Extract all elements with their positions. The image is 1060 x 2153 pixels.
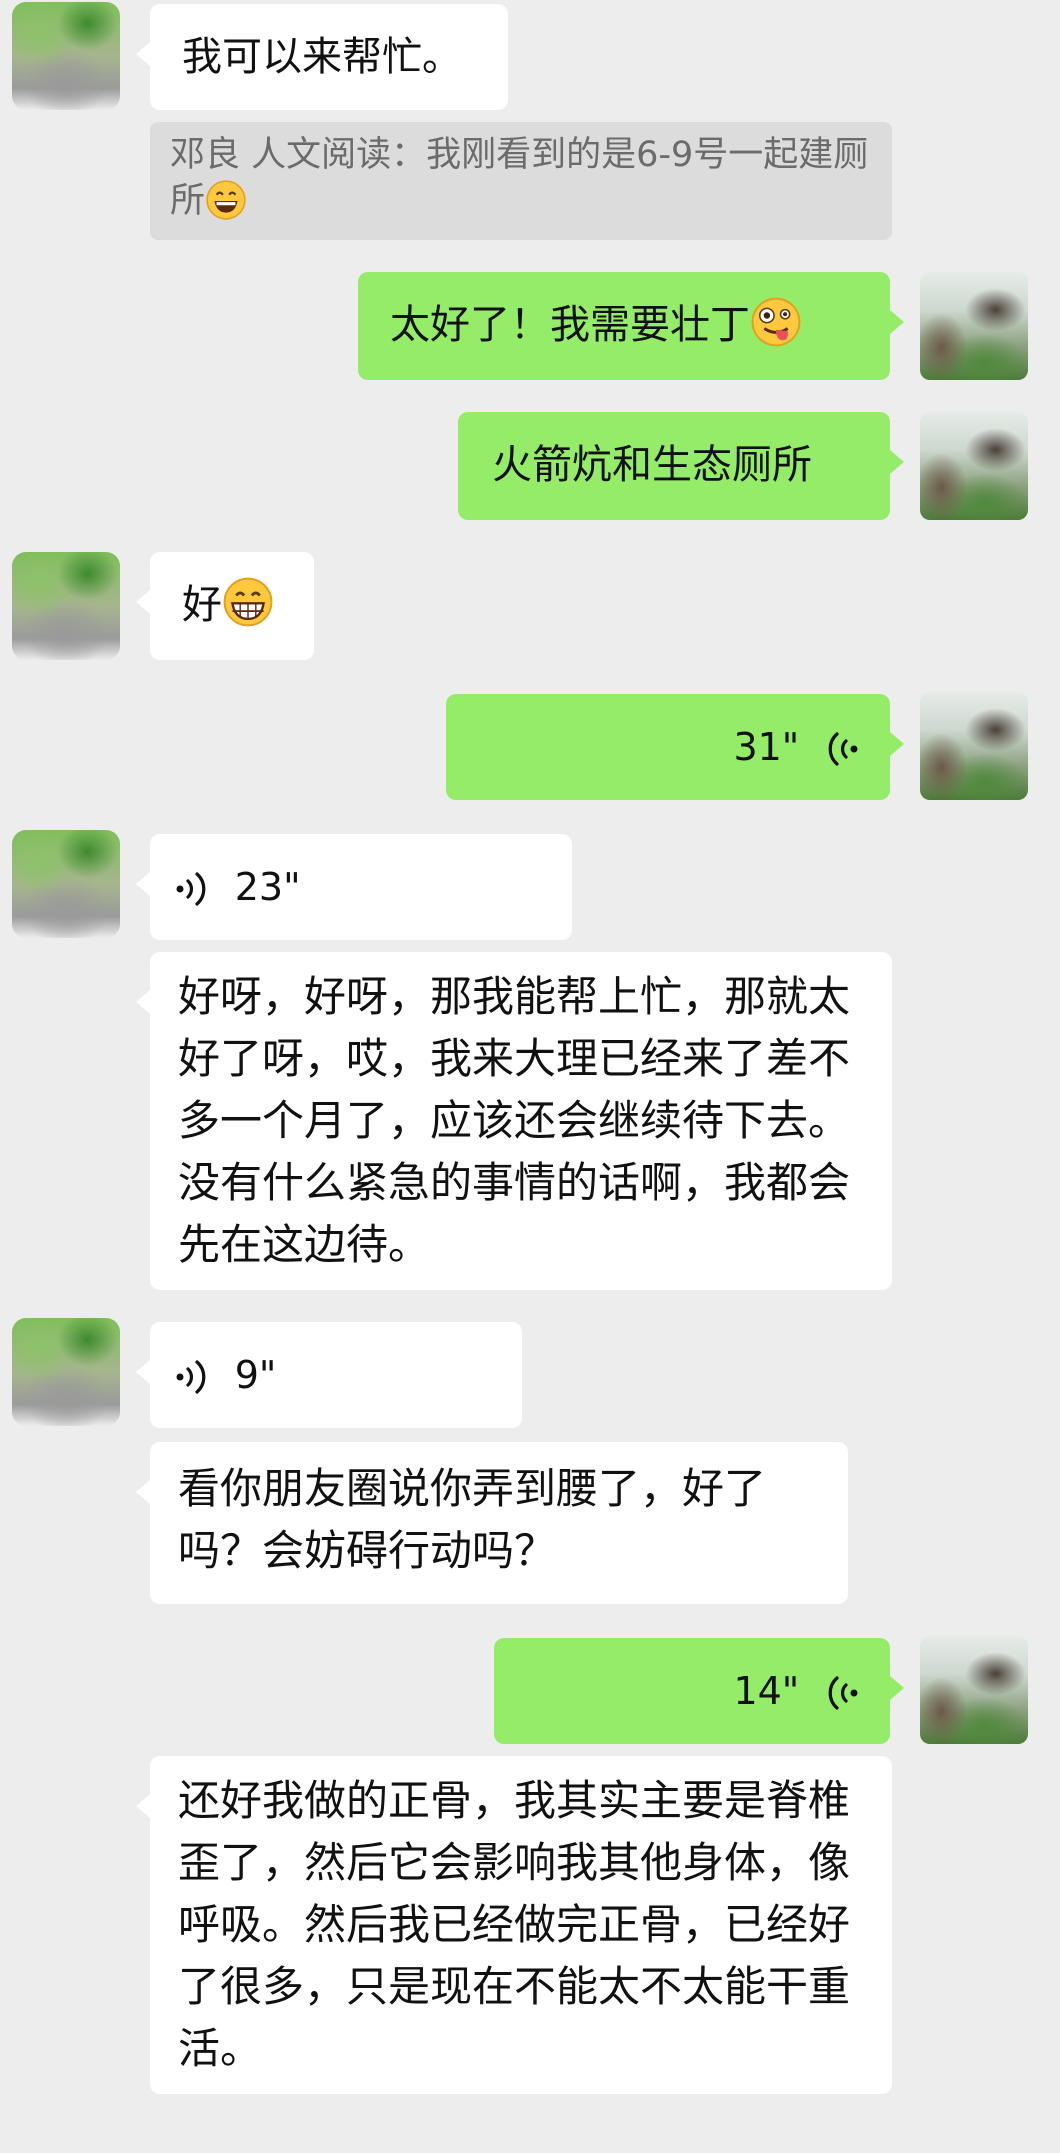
my-avatar[interactable] bbox=[920, 1636, 1028, 1744]
voice-playback-icon bbox=[828, 1676, 858, 1710]
voice-playback-icon bbox=[176, 872, 206, 906]
quoted-message[interactable]: 邓良 人文阅读：我刚看到的是6-9号一起建厕所 bbox=[150, 122, 892, 240]
message-text: 太好了！我需要壮丁 bbox=[390, 302, 750, 348]
message-text: 好呀，好呀，那我能帮上忙，那就太好了呀，哎，我来大理已经来了差不多一个月了，应该… bbox=[178, 972, 851, 1269]
message-bubble[interactable]: 火箭炕和生态厕所 bbox=[458, 412, 904, 520]
voice-message-bubble[interactable]: 31" bbox=[446, 694, 904, 800]
contact-avatar[interactable] bbox=[12, 2, 120, 110]
message-text: 我可以来帮忙。 bbox=[182, 34, 462, 80]
my-avatar[interactable] bbox=[920, 692, 1028, 800]
zany-face-emoji bbox=[751, 297, 801, 347]
message-text: 还好我做的正骨，我其实主要是脊椎歪了，然后它会影响我其他身体，像呼吸。然后我已经… bbox=[178, 1776, 851, 2073]
voice-duration: 14" bbox=[733, 1669, 800, 1713]
voice-duration: 9" bbox=[234, 1353, 277, 1397]
voice-message-bubble[interactable]: 23" bbox=[136, 834, 572, 940]
contact-avatar[interactable] bbox=[12, 552, 120, 660]
grinning-face-emoji bbox=[206, 180, 246, 220]
voice-message-bubble[interactable]: 14" bbox=[494, 1638, 904, 1744]
message-bubble[interactable]: 太好了！我需要壮丁 bbox=[358, 272, 904, 380]
message-text: 火箭炕和生态厕所 bbox=[492, 442, 812, 488]
message-bubble[interactable]: 还好我做的正骨，我其实主要是脊椎歪了，然后它会影响我其他身体，像呼吸。然后我已经… bbox=[136, 1756, 892, 2094]
voice-message-bubble[interactable]: 9" bbox=[136, 1322, 522, 1428]
voice-duration: 31" bbox=[733, 725, 800, 769]
contact-avatar[interactable] bbox=[12, 1318, 120, 1426]
grinning-face-emoji bbox=[223, 577, 273, 627]
contact-avatar[interactable] bbox=[12, 830, 120, 938]
quoted-text: 邓良 人文阅读：我刚看到的是6-9号一起建厕所 bbox=[170, 135, 869, 221]
message-text: 好 bbox=[182, 582, 222, 628]
my-avatar[interactable] bbox=[920, 272, 1028, 380]
voice-playback-icon bbox=[828, 732, 858, 766]
message-bubble[interactable]: 好呀，好呀，那我能帮上忙，那就太好了呀，哎，我来大理已经来了差不多一个月了，应该… bbox=[136, 952, 892, 1290]
my-avatar[interactable] bbox=[920, 412, 1028, 520]
voice-duration: 23" bbox=[234, 865, 301, 909]
message-bubble[interactable]: 看你朋友圈说你弄到腰了，好了吗？会妨碍行动吗？ bbox=[136, 1442, 848, 1604]
message-text: 看你朋友圈说你弄到腰了，好了吗？会妨碍行动吗？ bbox=[178, 1464, 767, 1575]
voice-playback-icon bbox=[176, 1360, 206, 1394]
message-bubble[interactable]: 好 bbox=[136, 552, 314, 660]
message-bubble[interactable]: 我可以来帮忙。 bbox=[136, 4, 508, 110]
